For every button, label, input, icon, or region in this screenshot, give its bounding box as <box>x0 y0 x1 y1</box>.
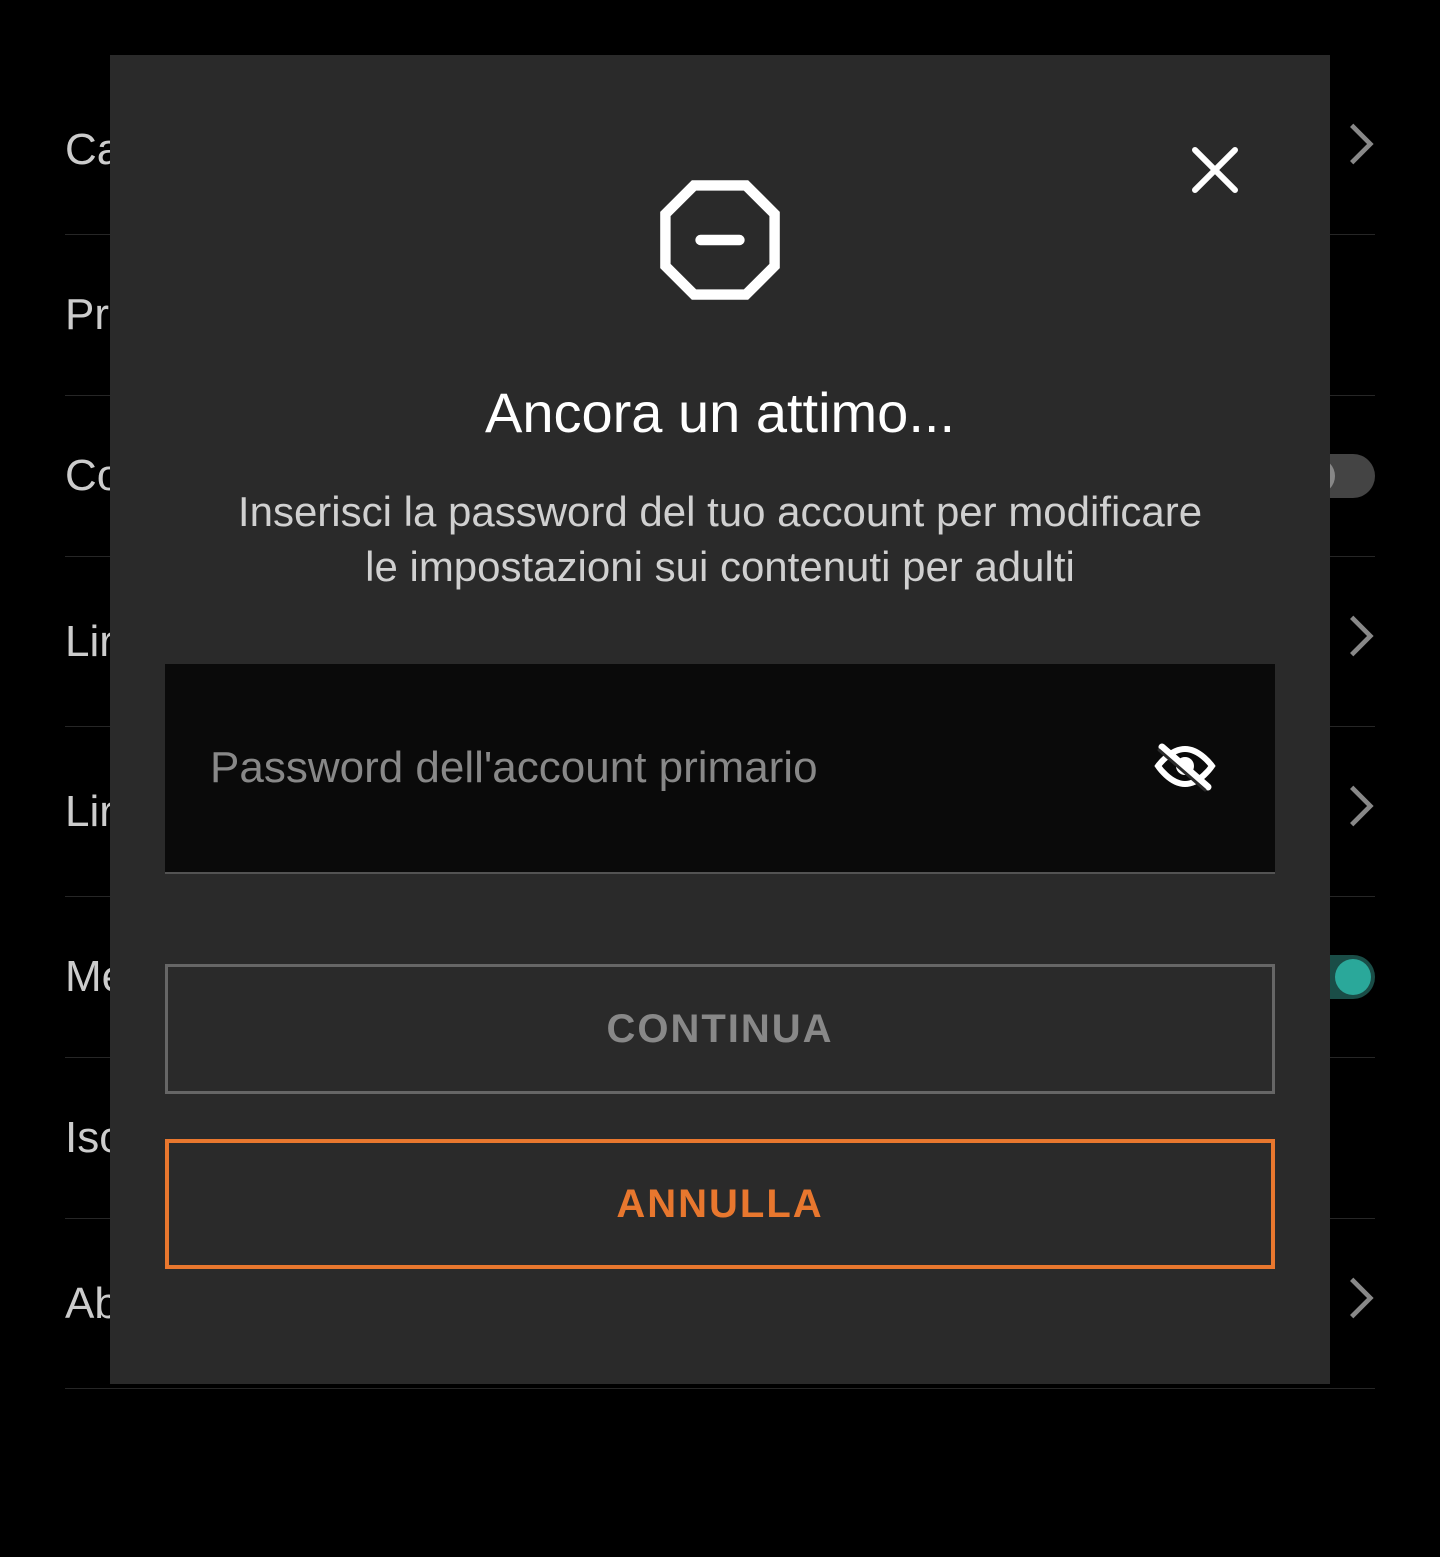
close-icon <box>1185 188 1245 203</box>
modal-overlay: Ancora un attimo... Inserisci la passwor… <box>0 0 1440 1557</box>
toggle-password-visibility-button[interactable] <box>1140 729 1230 807</box>
password-input[interactable] <box>210 743 1140 793</box>
cancel-button[interactable]: ANNULLA <box>165 1139 1275 1269</box>
eye-off-icon <box>1150 782 1220 797</box>
password-modal: Ancora un attimo... Inserisci la passwor… <box>110 55 1330 1384</box>
continue-button[interactable]: CONTINUA <box>165 964 1275 1094</box>
modal-title: Ancora un attimo... <box>485 380 955 445</box>
close-button[interactable] <box>1175 130 1255 213</box>
modal-description: Inserisci la password del tuo account pe… <box>220 485 1220 594</box>
password-input-container <box>165 664 1275 874</box>
stop-icon <box>655 175 785 310</box>
